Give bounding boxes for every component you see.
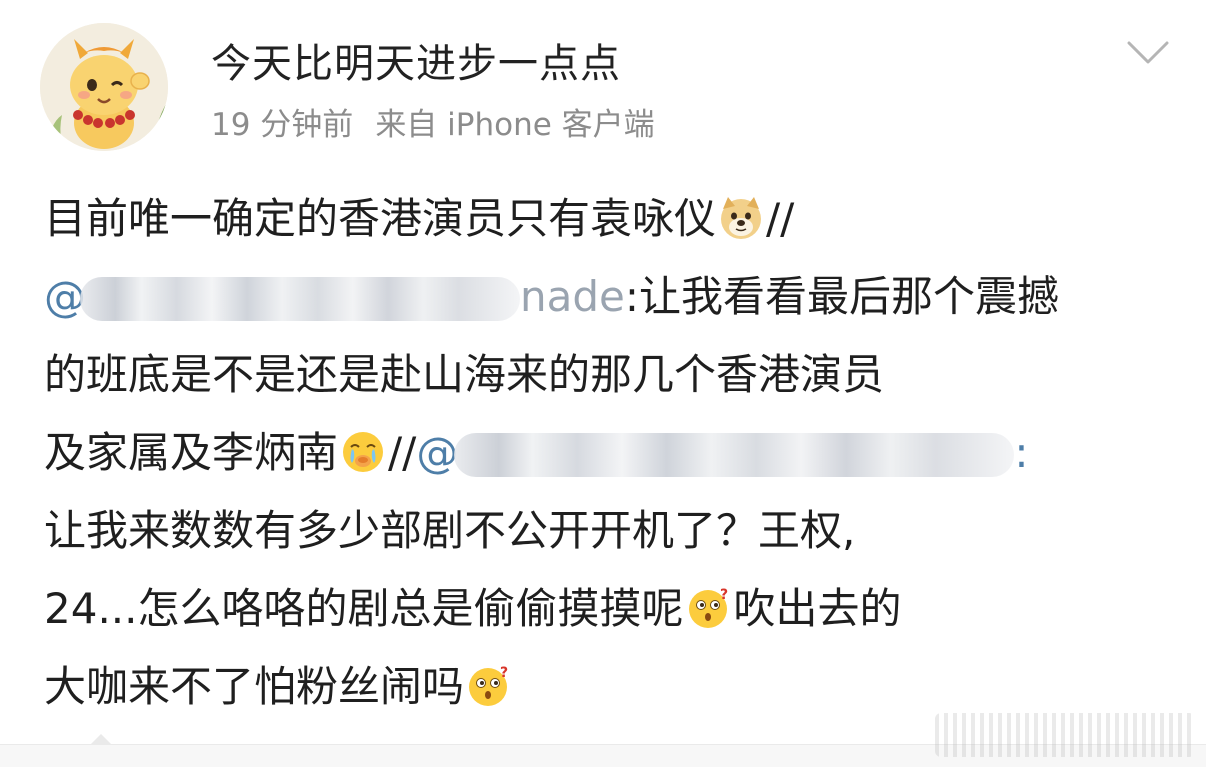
wondering-emoji-icon: ? (466, 656, 512, 706)
caret-up-icon (90, 734, 112, 745)
content-line-6: 24...怎么咯咯的剧总是偷偷摸摸呢 ? 吹出去的 (44, 570, 1144, 648)
watermark-icon (935, 713, 1195, 757)
post-meta: 19 分钟前 来自 iPhone 客户端 (211, 106, 655, 144)
svg-text:?: ? (720, 587, 728, 603)
content-line-2: @ nade:让我看看最后那个震撼 (44, 272, 1060, 321)
wondering-emoji-icon: ? (686, 578, 732, 628)
mention-link-2[interactable]: @: (416, 428, 1028, 477)
blurred-username (454, 433, 1015, 477)
weibo-post: 今天比明天进步一点点 19 分钟前 来自 iPhone 客户端 目前唯一确定的香港… (0, 0, 1206, 767)
content-line-3: 的班底是不是还是赴山海来的那几个香港演员 (44, 350, 885, 399)
dragon-avatar-icon[interactable] (40, 23, 168, 151)
post-source: 来自 iPhone 客户端 (375, 107, 655, 143)
post-text: 目前唯一确定的香港演员只有袁咏仪 // @ nade:让我看看最后那个震撼 的班底… (44, 180, 1144, 726)
post-time: 19 分钟前 (211, 107, 354, 143)
doge-emoji-icon (718, 188, 764, 239)
blurred-username (80, 277, 520, 321)
content-line-5: 让我来数数有多少部剧不公开开机了？王权, (44, 506, 856, 555)
mention-link-1[interactable]: @ nade (44, 272, 625, 321)
svg-text:?: ? (500, 665, 508, 681)
content-line-4: 及家属及李炳南 //@: (44, 414, 1144, 492)
crying-emoji-icon (340, 422, 386, 472)
content-line-1: 目前唯一确定的香港演员只有袁咏仪 // (44, 180, 1144, 258)
chevron-down-icon[interactable] (1126, 40, 1170, 66)
username[interactable]: 今天比明天进步一点点 (211, 40, 621, 88)
